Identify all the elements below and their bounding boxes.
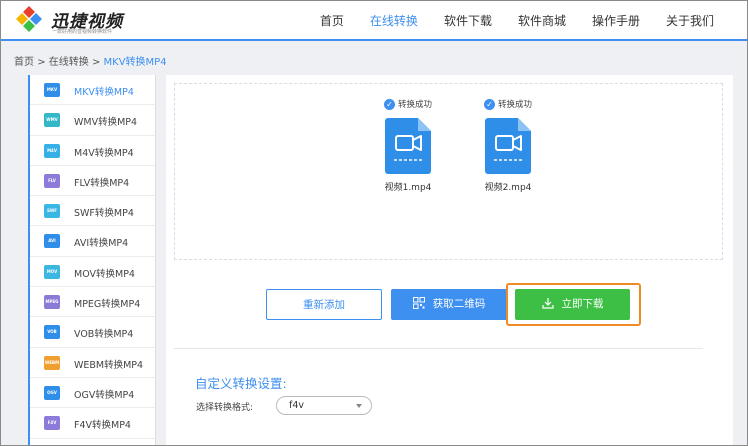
- logo-subtitle: 一款好用的音视频转换软件: [52, 29, 113, 35]
- sidebar-item-label: MKV转换MP4: [74, 87, 134, 98]
- sidebar-item[interactable]: OGV OGV转换MP4: [30, 378, 155, 409]
- file-status: ✓ 转换成功: [368, 98, 448, 112]
- video-file-icon: [385, 118, 431, 174]
- nav-software-download[interactable]: 软件下载: [431, 1, 505, 39]
- sidebar-item[interactable]: MPEG MPEG转换MP4: [30, 287, 155, 318]
- format-badge-icon: AVI: [44, 234, 60, 249]
- breadcrumb-current: MKV转换MP4: [103, 57, 167, 68]
- format-badge-icon: MOV: [44, 264, 60, 279]
- format-badge-icon: OGV: [44, 385, 60, 400]
- format-sidebar: MKV MKV转换MP4 WMV WMV转换MP4 M4V M4V转换MP4 FLV FLV转…: [28, 75, 156, 446]
- sidebar-item-label: WMV转换MP4: [74, 117, 138, 129]
- format-badge-icon: F4V: [44, 416, 60, 431]
- format-select[interactable]: f4v: [276, 396, 372, 415]
- main-nav: 首页 在线转换 软件下载 软件商城 操作手册 关于我们: [307, 1, 727, 39]
- site-header: 迅捷视频 一款好用的音视频转换软件 首页 在线转换 软件下载 软件商城 操作手册…: [1, 1, 747, 41]
- sidebar-item-label: MOV转换MP4: [74, 268, 135, 280]
- nav-manual[interactable]: 操作手册: [579, 1, 653, 39]
- breadcrumb-section[interactable]: 在线转换: [49, 57, 89, 68]
- nav-online-convert[interactable]: 在线转换: [357, 1, 431, 39]
- sidebar-item-label: SWF转换MP4: [74, 208, 134, 220]
- nav-about[interactable]: 关于我们: [653, 1, 727, 39]
- sidebar-item[interactable]: MKV MKV转换MP4: [30, 75, 155, 106]
- sidebar-item-label: AVI转换MP4: [74, 238, 129, 250]
- sidebar-item[interactable]: FLV FLV转换MP4: [30, 166, 155, 197]
- converter-panel: ✓ 转换成功 视频1.mp4 ✓ 转换成功 视频2.mp4 重新添加 获取二维码…: [166, 75, 733, 446]
- sidebar-item-label: FLV转换MP4: [74, 177, 130, 189]
- sidebar-item[interactable]: MOV MOV转换MP4: [30, 257, 155, 288]
- sidebar-item[interactable]: WEBM WEBM转换MP4: [30, 348, 155, 378]
- format-badge-icon: M4V: [44, 143, 60, 158]
- video-file-icon: [485, 118, 531, 174]
- get-qrcode-button[interactable]: 获取二维码: [391, 289, 507, 320]
- file-card[interactable]: ✓ 转换成功 视频2.mp4: [468, 98, 548, 208]
- logo[interactable]: 迅捷视频 一款好用的音视频转换软件: [15, 5, 145, 37]
- file-card[interactable]: ✓ 转换成功 视频1.mp4: [368, 98, 448, 208]
- qrcode-icon: [412, 297, 425, 309]
- readd-button[interactable]: 重新添加: [266, 289, 382, 320]
- sidebar-item[interactable]: F4V F4V转换MP4: [30, 408, 155, 439]
- divider: [174, 348, 703, 349]
- sidebar-item-label: F4V转换MP4: [74, 420, 131, 432]
- chevron-down-icon: [356, 404, 362, 408]
- format-badge-icon: MKV: [44, 83, 60, 97]
- sidebar-item[interactable]: AVI AVI转换MP4: [30, 226, 155, 257]
- sidebar-item-label: M4V转换MP4: [74, 147, 134, 159]
- download-now-label: 立即下载: [561, 298, 604, 310]
- download-icon: [541, 298, 554, 309]
- check-icon: ✓: [483, 99, 495, 110]
- sidebar-item-label: OGV转换MP4: [74, 389, 135, 401]
- format-select-value: f4v: [289, 400, 305, 411]
- format-badge-icon: MPEG: [44, 295, 60, 310]
- sidebar-item-label: VOB转换MP4: [74, 329, 134, 341]
- breadcrumb: 首页 > 在线转换 > MKV转换MP4: [14, 53, 167, 68]
- file-name: 视频2.mp4: [484, 183, 532, 193]
- file-status: ✓ 转换成功: [468, 98, 548, 112]
- sidebar-item-label: WEBM转换MP4: [74, 359, 144, 371]
- format-badge-icon: WEBM: [44, 355, 60, 370]
- breadcrumb-separator: >: [91, 57, 101, 68]
- sidebar-item[interactable]: WMV WMV转换MP4: [30, 105, 155, 136]
- format-badge-icon: WMV: [44, 113, 60, 128]
- format-badge-icon: VOB: [44, 325, 60, 340]
- breadcrumb-separator: >: [37, 57, 46, 68]
- get-qrcode-label: 获取二维码: [432, 298, 486, 310]
- custom-settings-title: 自定义转换设置:: [195, 376, 287, 391]
- download-now-button[interactable]: 立即下载: [515, 289, 630, 320]
- format-badge-icon: FLV: [44, 173, 60, 188]
- check-icon: ✓: [383, 99, 395, 110]
- breadcrumb-home[interactable]: 首页: [14, 57, 34, 68]
- sidebar-item-label: MPEG转换MP4: [74, 299, 141, 311]
- sidebar-item[interactable]: VOB VOB转换MP4: [30, 317, 155, 348]
- nav-software-store[interactable]: 软件商城: [505, 1, 579, 39]
- sidebar-item[interactable]: M4V M4V转换MP4: [30, 136, 155, 166]
- format-badge-icon: SWF: [44, 204, 60, 219]
- file-name: 视频1.mp4: [384, 183, 432, 193]
- sidebar-item[interactable]: SWF SWF转换MP4: [30, 196, 155, 227]
- file-dropzone[interactable]: ✓ 转换成功 视频1.mp4 ✓ 转换成功 视频2.mp4: [174, 83, 723, 260]
- logo-mark-icon: [16, 6, 42, 32]
- format-label: 选择转换格式:: [196, 403, 254, 413]
- nav-home[interactable]: 首页: [307, 1, 357, 39]
